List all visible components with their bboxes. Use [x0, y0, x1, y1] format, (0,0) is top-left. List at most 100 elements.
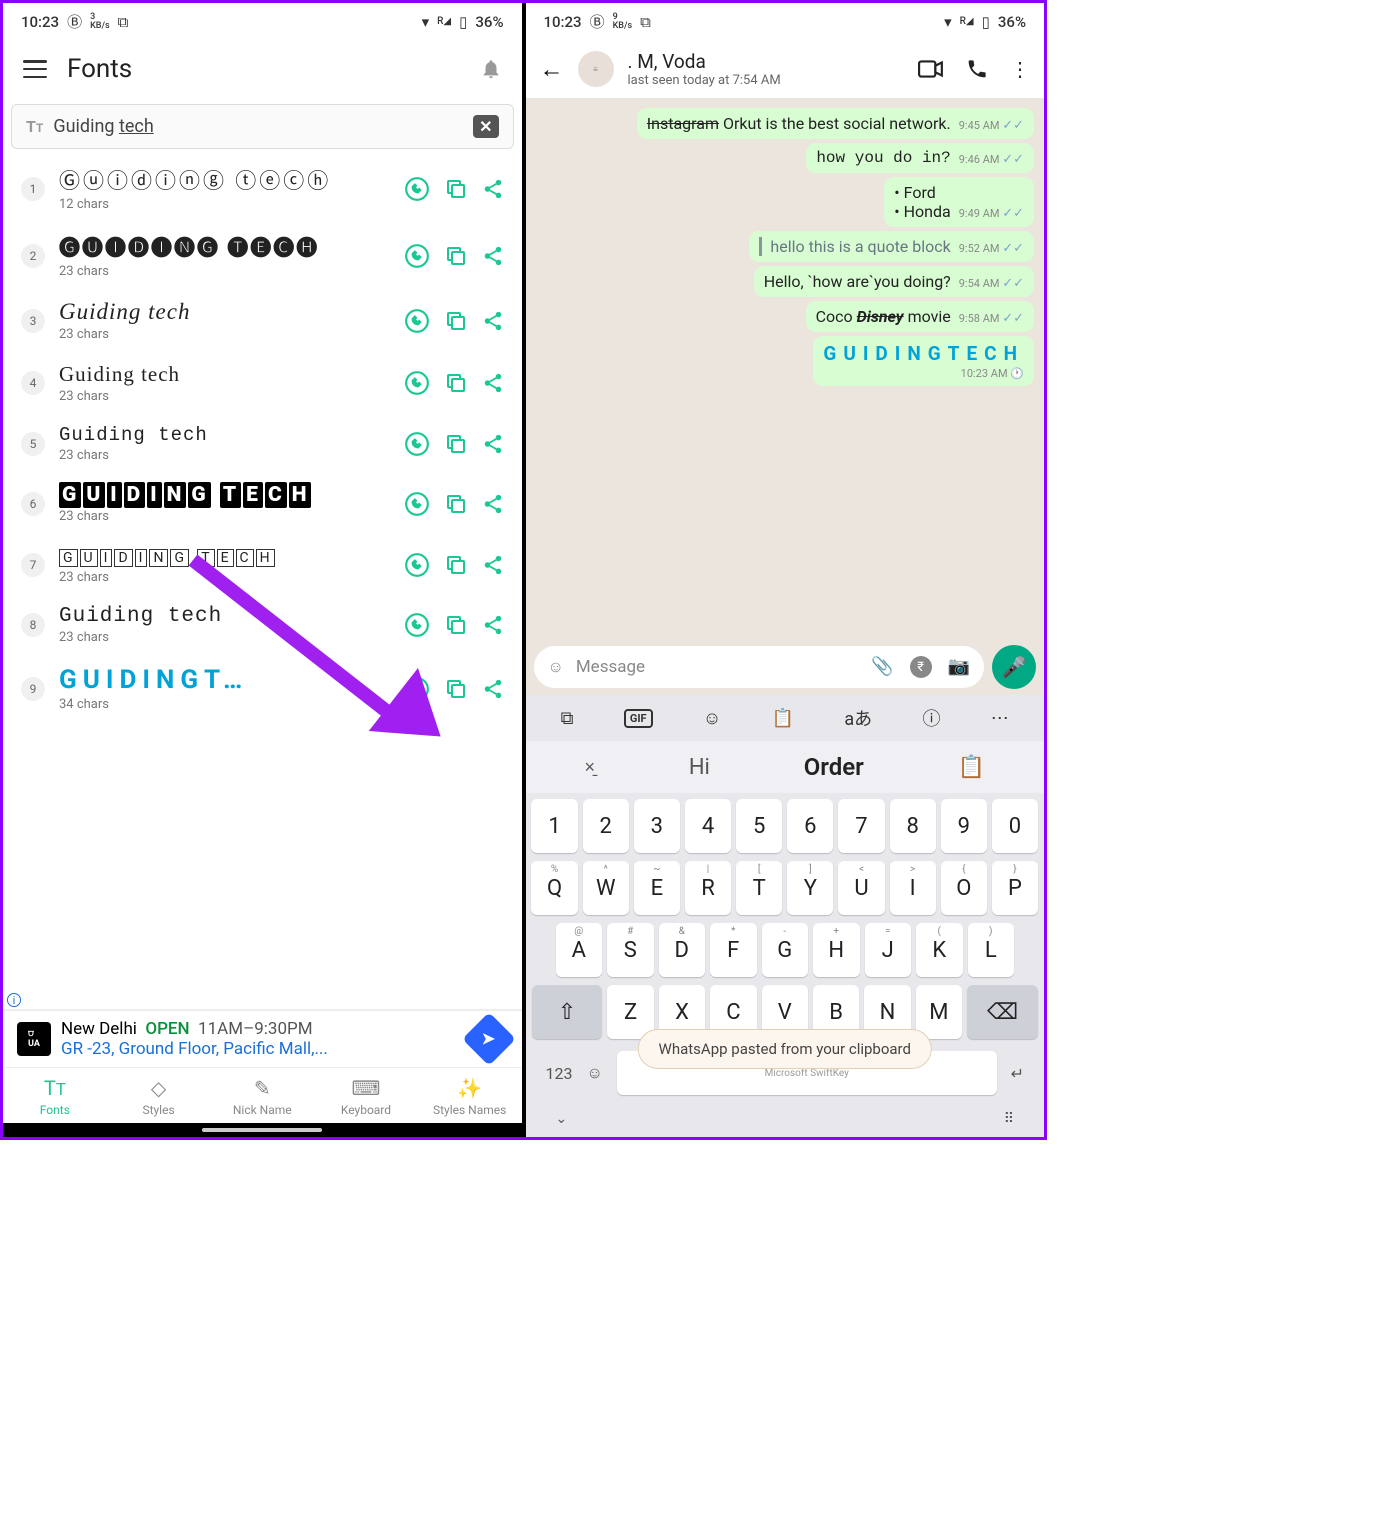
ad-banner[interactable]: i ⩌UA New Delhi OPEN 11AM–9:30PM GR -23,… [3, 1009, 522, 1067]
key-L[interactable]: )L [968, 923, 1015, 977]
phone-icon[interactable] [966, 58, 988, 80]
key-O[interactable]: {O [941, 861, 987, 915]
key-G[interactable]: -G [762, 923, 809, 977]
share-icon[interactable] [482, 372, 504, 394]
backspace-key[interactable]: ⌫ [967, 985, 1038, 1039]
key-E[interactable]: ~E [634, 861, 680, 915]
clipboard-icon[interactable]: 📋 [772, 708, 794, 729]
message-bubble[interactable]: GUIDINGTECH 10:23 AM 🕐 [813, 336, 1034, 386]
share-icon[interactable] [482, 245, 504, 267]
whatsapp-icon[interactable] [404, 308, 430, 334]
whatsapp-icon[interactable] [404, 552, 430, 578]
avatar[interactable]: ≡ [578, 51, 614, 87]
key-R[interactable]: |R [685, 861, 731, 915]
key-1[interactable]: 1 [531, 799, 577, 853]
key-K[interactable]: (K [916, 923, 963, 977]
font-row[interactable]: 2 🅖🅤🅘🅓🅘🅝🅖 🅣🅔🅒🅗 23 chars [3, 222, 522, 289]
clear-icon[interactable]: ✕ [473, 115, 498, 138]
clipboard-icon[interactable]: 📋 [958, 755, 985, 780]
whatsapp-icon[interactable] [404, 243, 430, 269]
shift-key[interactable]: ⇧ [532, 985, 603, 1039]
suggestion[interactable]: Hi [689, 755, 710, 780]
message-bubble[interactable]: Instagram Orkut is the best social netwo… [637, 108, 1034, 139]
key-2[interactable]: 2 [583, 799, 629, 853]
nav-stylesnames[interactable]: ✨Styles Names [418, 1076, 522, 1117]
message-bubble[interactable]: Coco Disney movie 9:58 AM ✓✓ [806, 301, 1034, 332]
copy-icon[interactable] [444, 177, 468, 201]
search-input[interactable]: TT Guiding tech ✕ [11, 104, 514, 149]
numeric-key[interactable]: 123 [546, 1064, 573, 1083]
nav-nickname[interactable]: ✎Nick Name [210, 1076, 314, 1117]
key-S[interactable]: #S [607, 923, 654, 977]
key-U[interactable]: <U [838, 861, 884, 915]
font-row[interactable]: 4 Guiding tech 23 chars [3, 352, 522, 414]
key-D[interactable]: &D [659, 923, 706, 977]
font-row[interactable]: 8 Guiding tech 23 chars [3, 595, 522, 655]
font-row[interactable]: 3 Guiding tech 23 chars [3, 289, 522, 352]
whatsapp-icon[interactable] [404, 491, 430, 517]
ad-info-icon[interactable]: i [7, 993, 21, 1007]
font-row[interactable]: 6 GUIDING TECH 23 chars [3, 473, 522, 534]
key-Y[interactable]: ]Y [787, 861, 833, 915]
nav-styles[interactable]: ◇Styles [107, 1076, 211, 1117]
key-W[interactable]: ^W [583, 861, 629, 915]
key-H[interactable]: +H [813, 923, 860, 977]
share-icon[interactable] [482, 678, 504, 700]
key-A[interactable]: @A [556, 923, 603, 977]
key-P[interactable]: }P [992, 861, 1038, 915]
font-row[interactable]: 7 GUIDING TECH 23 chars [3, 534, 522, 595]
chevron-down-icon[interactable]: ⌄ [556, 1111, 568, 1127]
key-7[interactable]: 7 [838, 799, 884, 853]
close-suggestions-icon[interactable]: ×̱ [584, 757, 595, 778]
copy-icon[interactable] [444, 432, 468, 456]
message-input[interactable]: ☺ Message 📎 ₹ 📷 [534, 646, 985, 688]
copy-icon[interactable] [444, 492, 468, 516]
mic-button[interactable]: 🎤 [992, 645, 1036, 689]
whatsapp-icon[interactable] [404, 176, 430, 202]
key-5[interactable]: 5 [736, 799, 782, 853]
nav-fonts[interactable]: TTFonts [3, 1076, 107, 1117]
share-icon[interactable] [482, 554, 504, 576]
copy-icon[interactable] [444, 553, 468, 577]
key-6[interactable]: 6 [787, 799, 833, 853]
share-icon[interactable] [482, 178, 504, 200]
back-icon[interactable]: ← [540, 55, 564, 84]
copy-icon[interactable] [444, 244, 468, 268]
more-icon[interactable]: ⋯ [991, 708, 1009, 729]
key-Q[interactable]: %Q [531, 861, 577, 915]
key-I[interactable]: >I [890, 861, 936, 915]
message-bubble[interactable]: hello this is a quote block 9:52 AM ✓✓ [749, 231, 1034, 262]
font-row[interactable]: 9 GUIDINGT… 34 chars [3, 655, 522, 722]
emoji-icon[interactable]: ☺ [548, 657, 564, 677]
translate-icon[interactable]: aあ [844, 705, 872, 731]
key-9[interactable]: 9 [941, 799, 987, 853]
key-3[interactable]: 3 [634, 799, 680, 853]
info-icon[interactable]: ⓘ [922, 705, 940, 731]
camera-icon[interactable]: 📷 [948, 656, 970, 678]
key-4[interactable]: 4 [685, 799, 731, 853]
copy-icon[interactable] [444, 677, 468, 701]
bell-icon[interactable] [480, 57, 502, 81]
hamburger-icon[interactable] [23, 60, 47, 78]
directions-icon[interactable] [462, 1012, 516, 1066]
whatsapp-icon[interactable] [404, 370, 430, 396]
key-T[interactable]: [T [736, 861, 782, 915]
font-row[interactable]: 5 Guiding tech 23 chars [3, 414, 522, 473]
copy-icon[interactable] [444, 371, 468, 395]
copy-icon[interactable] [444, 309, 468, 333]
suggestion-primary[interactable]: Order [804, 753, 864, 781]
video-call-icon[interactable] [918, 60, 944, 78]
keyboard-switch-icon[interactable]: ⠿ [1004, 1111, 1014, 1127]
rupee-icon[interactable]: ₹ [910, 656, 932, 678]
key-M[interactable]: M [916, 985, 962, 1039]
share-icon[interactable] [482, 310, 504, 332]
whatsapp-icon[interactable] [404, 431, 430, 457]
enter-key[interactable]: ↵ [1011, 1064, 1024, 1083]
message-bubble[interactable]: Hello, `how are`you doing? 9:54 AM ✓✓ [754, 266, 1034, 297]
whatsapp-icon[interactable] [404, 612, 430, 638]
share-icon[interactable] [482, 614, 504, 636]
share-icon[interactable] [482, 433, 504, 455]
font-row[interactable]: 1 Ⓖⓤⓘⓓⓘⓝⓖ ⓣⓔⓒⓗ 12 chars [3, 155, 522, 222]
share-icon[interactable] [482, 493, 504, 515]
message-bubble[interactable]: how you do in? 9:46 AM ✓✓ [806, 143, 1034, 173]
